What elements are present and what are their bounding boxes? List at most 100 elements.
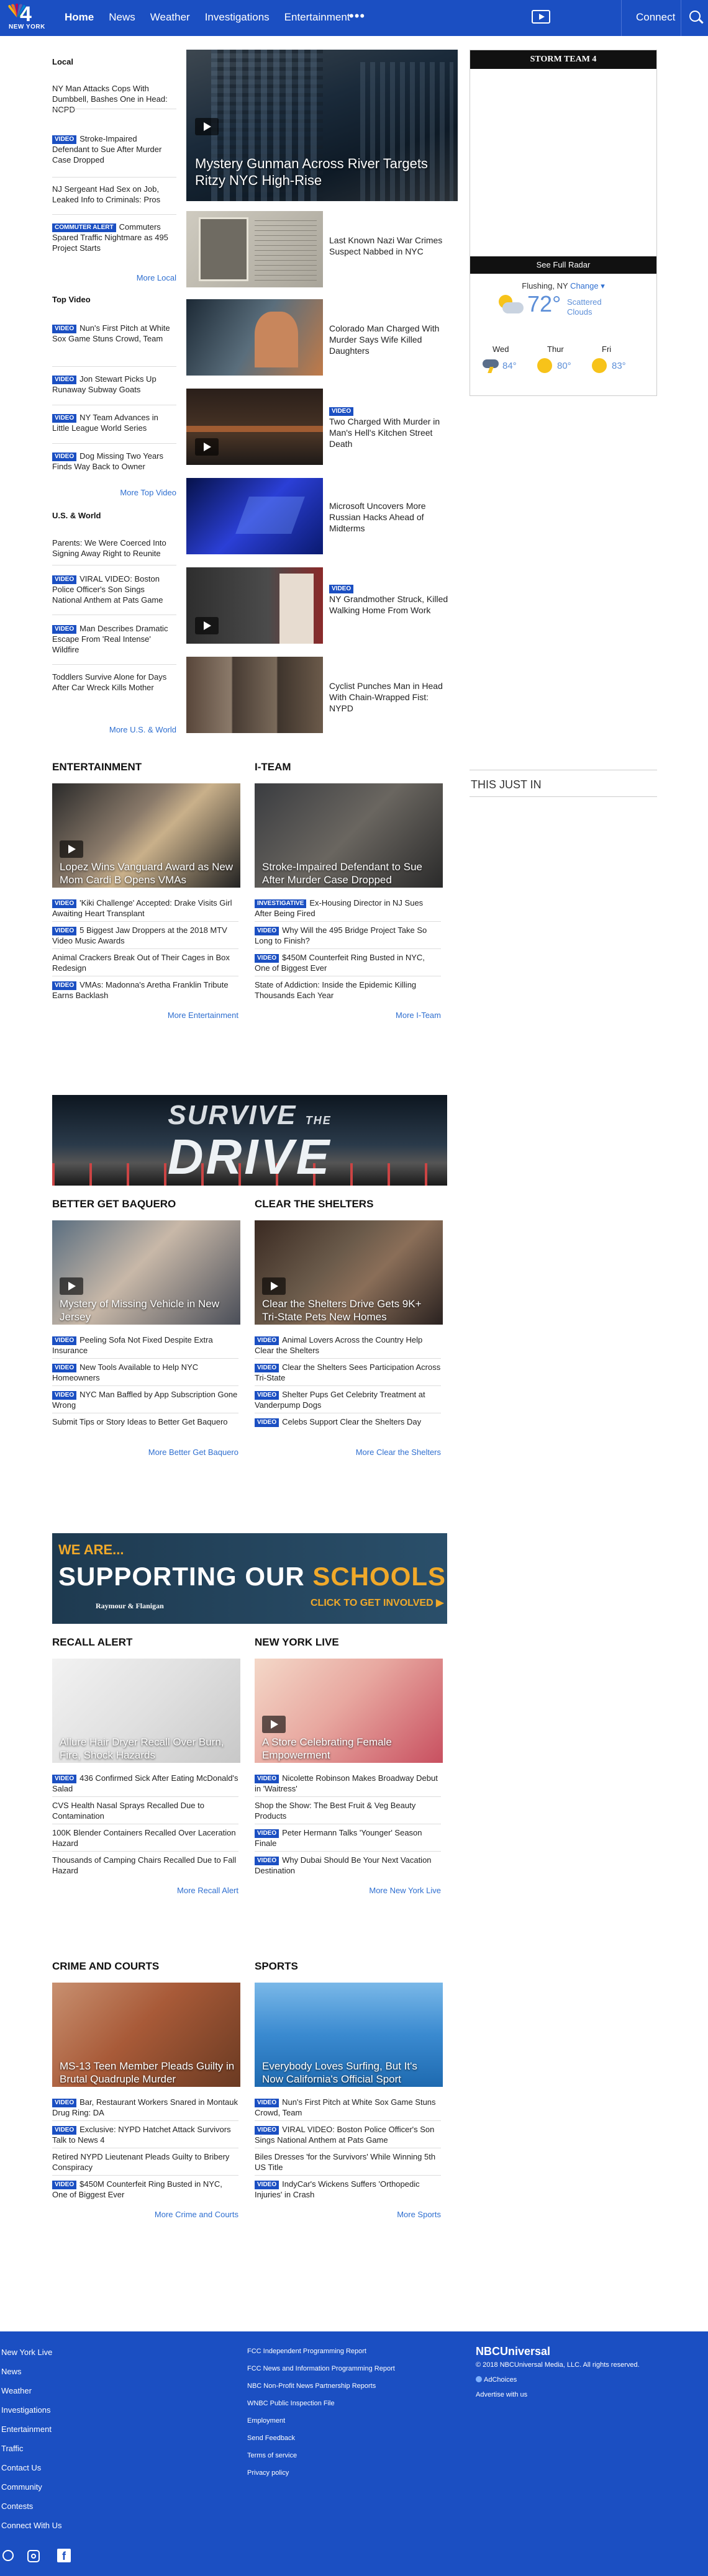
section-title[interactable]: BETTER GET BAQUERO [52,1198,176,1210]
play-icon[interactable] [262,1277,286,1295]
list-item[interactable]: CVS Health Nasal Sprays Recalled Due to … [52,1800,238,1821]
list-item[interactable]: VIDEO Peeling Sofa Not Fixed Despite Extr… [52,1335,238,1356]
more-link[interactable]: More Sports [255,2210,441,2219]
footer-link[interactable]: Entertainment [1,2425,52,2434]
story-thumbnail[interactable] [186,567,323,644]
section-lead-image[interactable]: Lopez Wins Vanguard Award as New Mom Car… [52,783,240,888]
list-item[interactable]: Toddlers Survive Alone for Days After Ca… [52,672,176,693]
facebook-icon[interactable]: f [57,2549,71,2562]
more-link[interactable]: More New York Live [255,1886,441,1895]
section-lead-image[interactable]: MS-13 Teen Member Pleads Guilty in Bruta… [52,1983,240,2087]
list-item[interactable]: VIDEO Exclusive: NYPD Hatchet Attack Surv… [52,2124,238,2145]
list-item[interactable]: VIDEO New Tools Available to Help NYC Hom… [52,1362,238,1383]
list-item[interactable]: VIDEO Shelter Pups Get Celebrity Treatmen… [255,1389,441,1410]
footer-link[interactable]: Send Feedback [247,2434,295,2442]
list-item[interactable]: VIDEO Nicolette Robinson Makes Broadway D… [255,1773,441,1794]
nav-news[interactable]: News [109,11,135,24]
lead-headline[interactable]: Mystery Gunman Across River Targets Ritz… [195,155,450,189]
adchoices-link[interactable]: AdChoices [476,2376,517,2384]
more-link[interactable]: More Entertainment [52,1011,238,1020]
section-lead-headline[interactable]: Everybody Loves Surfing, But It's Now Ca… [262,2060,437,2086]
survive-the-drive-banner[interactable]: SURVIVE THE DRIVE [52,1095,447,1186]
section-lead-headline[interactable]: Allure Hair Dryer Recall Over Burn, Fire… [60,1736,235,1762]
more-top-video-link[interactable]: More Top Video [52,488,176,497]
footer-link[interactable]: Privacy policy [247,2469,289,2477]
more-menu-icon[interactable]: ••• [349,8,365,24]
section-lead-headline[interactable]: A Store Celebrating Female Empowerment [262,1736,437,1762]
list-item[interactable]: Shop the Show: The Best Fruit & Veg Beau… [255,1800,441,1821]
section-title[interactable]: RECALL ALERT [52,1636,132,1649]
section-lead-image[interactable]: Allure Hair Dryer Recall Over Burn, Fire… [52,1659,240,1763]
nav-home[interactable]: Home [65,11,94,24]
footer-link[interactable]: New York Live [1,2348,52,2357]
nbc4-logo[interactable]: 4 NEW YORK [6,2,48,32]
section-lead-image[interactable]: Clear the Shelters Drive Gets 9K+ Tri-St… [255,1220,443,1325]
footer-link[interactable]: Community [1,2482,42,2492]
twitter-icon[interactable] [2,2550,14,2561]
footer-link[interactable]: FCC News and Information Programming Rep… [247,2365,395,2372]
list-item[interactable]: INVESTIGATIVE Ex-Housing Director in NJ S… [255,898,441,919]
list-item[interactable]: VIDEO 436 Confirmed Sick After Eating McD… [52,1773,238,1794]
section-title[interactable]: ENTERTAINMENT [52,761,142,773]
footer-link[interactable]: NBC Non-Profit News Partnership Reports [247,2382,376,2390]
play-icon[interactable] [195,438,219,456]
story-headline[interactable]: VIDEO NY Grandmother Struck, Killed Walki… [329,582,453,616]
list-item[interactable]: NY Man Attacks Cops With Dumbbell, Bashe… [52,83,176,115]
section-title[interactable]: CLEAR THE SHELTERS [255,1198,373,1210]
more-link[interactable]: More Recall Alert [52,1886,238,1895]
footer-link[interactable]: News [1,2367,22,2376]
list-item[interactable]: 100K Blender Containers Recalled Over La… [52,1827,238,1849]
list-item[interactable]: VIDEO Bar, Restaurant Workers Snared in M… [52,2097,238,2118]
footer-link[interactable]: Contests [1,2502,33,2511]
footer-link[interactable]: Connect With Us [1,2521,62,2530]
more-link[interactable]: More Better Get Baquero [52,1448,238,1457]
list-item[interactable]: VIDEO NY Team Advances in Little League W… [52,412,176,433]
story-headline[interactable]: Last Known Nazi War Crimes Suspect Nabbe… [329,235,453,257]
section-lead-image[interactable]: A Store Celebrating Female Empowerment [255,1659,443,1763]
list-item[interactable]: VIDEO Man Describes Dramatic Escape From … [52,623,176,655]
list-item[interactable]: VIDEO $450M Counterfeit Ring Busted in NY… [255,952,441,973]
see-full-radar-button[interactable]: See Full Radar [470,256,656,274]
list-item[interactable]: VIDEO Clear the Shelters Sees Participati… [255,1362,441,1383]
footer-link[interactable]: WNBC Public Inspection File [247,2400,335,2407]
story-thumbnail[interactable] [186,389,323,465]
section-lead-image[interactable]: Mystery of Missing Vehicle in New Jersey [52,1220,240,1325]
footer-link[interactable]: FCC Independent Programming Report [247,2348,366,2355]
footer-link[interactable]: Employment [247,2417,285,2425]
section-title[interactable]: I-TEAM [255,761,291,773]
section-title[interactable]: CRIME AND COURTS [52,1960,159,1973]
play-icon[interactable] [60,840,83,858]
story-headline[interactable]: VIDEO Two Charged With Murder in Man's He… [329,405,453,449]
story-headline[interactable]: Microsoft Uncovers More Russian Hacks Ah… [329,500,453,534]
list-item[interactable]: VIDEO Jon Stewart Picks Up Runaway Subway… [52,374,176,395]
list-item[interactable]: VIDEO Dog Missing Two Years Finds Way Bac… [52,451,176,472]
connect-button[interactable]: Connect [636,11,675,24]
more-link[interactable]: More Crime and Courts [52,2210,238,2219]
section-lead-headline[interactable]: Stroke-Impaired Defendant to Sue After M… [262,860,437,886]
play-icon[interactable] [195,118,219,135]
list-item[interactable]: VIDEO 5 Biggest Jaw Droppers at the 2018 … [52,925,238,946]
list-item[interactable]: NJ Sergeant Had Sex on Job, Leaked Info … [52,184,176,205]
list-item[interactable]: Parents: We Were Coerced Into Signing Aw… [52,538,176,559]
footer-link[interactable]: Contact Us [1,2463,41,2472]
list-item[interactable]: VIDEO Nun's First Pitch at White Sox Game… [52,323,176,344]
list-item[interactable]: VIDEO Animal Lovers Across the Country He… [255,1335,441,1356]
change-location-link[interactable]: Change [570,281,599,290]
more-link[interactable]: More I-Team [255,1011,441,1020]
list-item[interactable]: VIDEO Nun's First Pitch at White Sox Game… [255,2097,441,2118]
list-item[interactable]: Retired NYPD Lieutenant Pleads Guilty to… [52,2151,238,2173]
footer-link[interactable]: Terms of service [247,2452,297,2459]
search-icon[interactable] [689,11,701,22]
story-thumbnail[interactable] [186,478,323,554]
supporting-our-schools-banner[interactable]: WE ARE... SUPPORTING OUR SCHOOLS CLICK T… [52,1533,447,1624]
story-thumbnail[interactable] [186,211,323,287]
nbcuniversal-logo[interactable]: NBCUniversal [476,2345,550,2358]
list-item[interactable]: State of Addiction: Inside the Epidemic … [255,980,441,1001]
story-headline[interactable]: Cyclist Punches Man in Head With Chain-W… [329,680,453,714]
list-item[interactable]: VIDEO Stroke-Impaired Defendant to Sue Af… [52,133,176,165]
section-title[interactable]: NEW YORK LIVE [255,1636,339,1649]
play-icon[interactable] [60,1277,83,1295]
list-item[interactable]: VIDEO Why Dubai Should Be Your Next Vacat… [255,1855,441,1876]
more-local-link[interactable]: More Local [52,273,176,282]
footer-link[interactable]: Investigations [1,2405,51,2415]
